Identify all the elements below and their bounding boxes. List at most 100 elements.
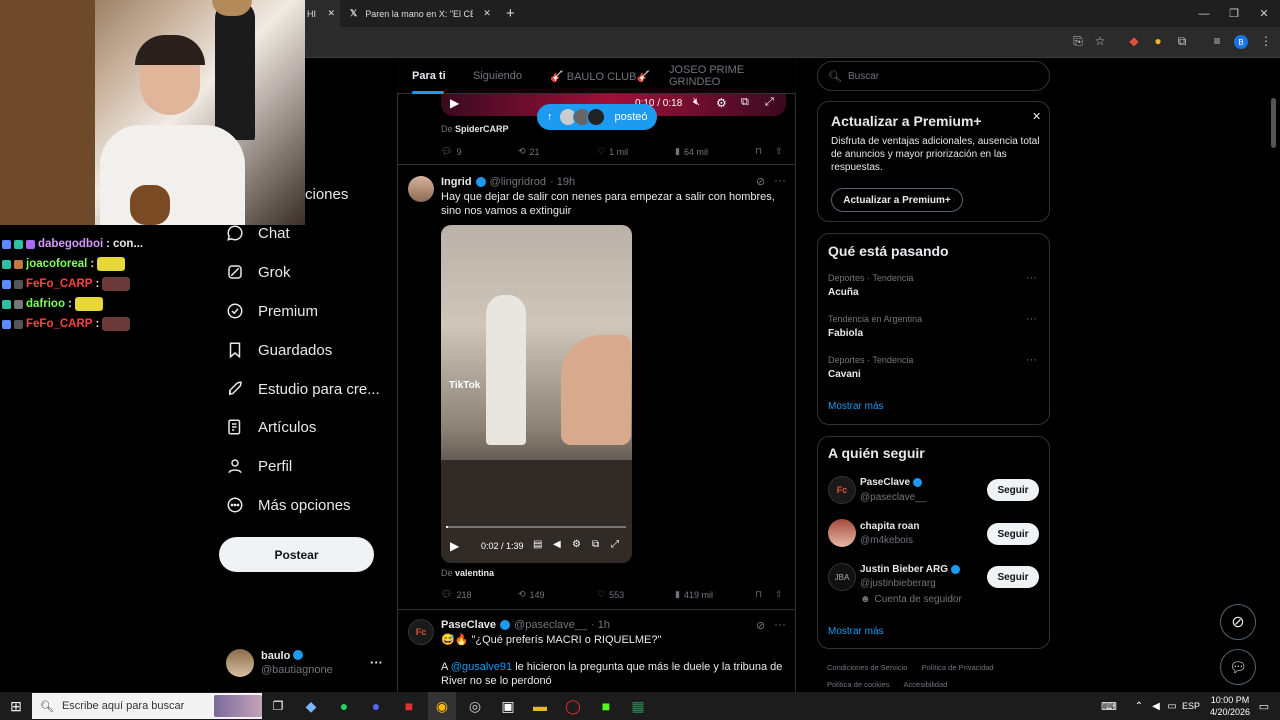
- repost-button[interactable]: ⟲ 149: [518, 589, 545, 600]
- tab-baulo-club[interactable]: 🎸 BAULO CLUB🎸: [550, 58, 650, 94]
- task-view-icon[interactable]: ❐: [264, 692, 292, 720]
- captions-icon[interactable]: ▤: [533, 539, 542, 550]
- follow-name[interactable]: PaseClave: [860, 477, 923, 488]
- trend-item[interactable]: Deportes · Tendencia Cavani ···: [818, 352, 1049, 392]
- clock-time[interactable]: 10:00 PM: [1206, 695, 1254, 705]
- like-button[interactable]: ♡ 1 mil: [597, 146, 628, 157]
- taskbar-search[interactable]: 🔍︎ Escribe aquí para buscar: [32, 693, 262, 719]
- footer-link[interactable]: Política de cookies: [827, 680, 890, 689]
- share-button[interactable]: ⇧: [775, 589, 783, 600]
- reading-list-icon[interactable]: ≡: [1207, 30, 1227, 52]
- settings-icon[interactable]: ⚙: [572, 539, 581, 550]
- trends-show-more[interactable]: Mostrar más: [828, 401, 884, 412]
- more-icon[interactable]: ···: [1026, 354, 1037, 366]
- more-icon[interactable]: ···: [774, 617, 786, 631]
- nav-item-estudio[interactable]: Estudio para cre...: [226, 377, 380, 401]
- pip-icon[interactable]: ⧉: [741, 96, 749, 109]
- nav-item-partial[interactable]: ciones: [305, 186, 348, 203]
- mention-link[interactable]: @gusalve91: [451, 661, 512, 673]
- opera-icon[interactable]: ◯: [559, 692, 587, 720]
- footer-link[interactable]: Accesibilidad: [904, 680, 948, 689]
- spotify-icon[interactable]: ●: [330, 692, 358, 720]
- app-icon[interactable]: ■: [395, 692, 423, 720]
- author-name[interactable]: PaseClave: [441, 619, 496, 631]
- like-button[interactable]: ♡ 553: [597, 589, 624, 600]
- more-icon[interactable]: ···: [774, 173, 786, 187]
- install-icon[interactable]: ⎘: [1068, 30, 1088, 52]
- more-icon[interactable]: ···: [1026, 272, 1037, 284]
- video-progress[interactable]: [446, 526, 626, 528]
- restore-button[interactable]: ❐: [1218, 0, 1250, 27]
- volume-icon[interactable]: ◀︎: [553, 539, 561, 550]
- play-icon[interactable]: ▶: [450, 539, 459, 553]
- windows-start-icon[interactable]: ⊞: [2, 692, 30, 720]
- chat-username[interactable]: dabegodboi: [38, 238, 103, 250]
- footer-link[interactable]: Condiciones de Servicio: [827, 663, 907, 672]
- share-button[interactable]: ⇧: [775, 146, 783, 157]
- reply-button[interactable]: 💬︎ 218: [441, 589, 471, 600]
- follow-show-more[interactable]: Mostrar más: [828, 626, 884, 637]
- fullscreen-icon[interactable]: ⤢: [611, 539, 619, 550]
- author-handle[interactable]: @paseclave__: [514, 619, 587, 631]
- avatar[interactable]: JBA: [828, 563, 856, 591]
- bookmark-button[interactable]: ⊓: [755, 589, 762, 600]
- source-name[interactable]: SpiderCARP: [455, 124, 509, 134]
- nav-item-articulos[interactable]: Artículos: [226, 415, 316, 439]
- menu-dots-icon[interactable]: ⋮: [1256, 30, 1276, 52]
- premium-upgrade-button[interactable]: Actualizar a Premium+: [831, 188, 963, 212]
- grok-fab-icon[interactable]: ⊘: [1220, 604, 1256, 640]
- bookmark-star-icon[interactable]: ☆: [1090, 30, 1110, 52]
- post-button[interactable]: Postear: [219, 537, 374, 572]
- tab-joseo-prime[interactable]: JOSEO PRIME GRINDEO: [669, 58, 796, 94]
- messages-fab-icon[interactable]: 💬︎: [1220, 649, 1256, 685]
- chat-username[interactable]: FeFo_CARP: [26, 278, 92, 290]
- follow-button[interactable]: Seguir: [987, 566, 1039, 588]
- nav-item-perfil[interactable]: Perfil: [226, 454, 292, 478]
- chat-username[interactable]: FeFo_CARP: [26, 318, 92, 330]
- copilot-icon[interactable]: ◆: [297, 692, 325, 720]
- language-indicator[interactable]: ESP: [1182, 701, 1200, 711]
- fullscreen-icon[interactable]: ⤢: [765, 96, 774, 109]
- avatar[interactable]: [828, 519, 856, 547]
- notifications-icon[interactable]: ▭: [1250, 692, 1278, 720]
- extensions-puzzle-icon[interactable]: ⧉: [1172, 30, 1192, 52]
- pip-icon[interactable]: ⧉: [592, 539, 599, 550]
- avatar[interactable]: Fc: [408, 619, 434, 645]
- avatar[interactable]: [408, 176, 434, 202]
- post-time[interactable]: · 19h: [550, 176, 575, 188]
- follow-name[interactable]: chapita roan: [860, 521, 919, 532]
- close-window-button[interactable]: ✕: [1248, 0, 1280, 27]
- grok-icon[interactable]: ⊘: [756, 619, 765, 632]
- minimize-button[interactable]: —: [1188, 0, 1220, 27]
- app-icon[interactable]: ▣: [494, 692, 522, 720]
- tab-para-ti[interactable]: Para ti: [412, 58, 446, 94]
- file-explorer-icon[interactable]: ▬: [526, 692, 554, 720]
- chat-username[interactable]: joacoforeal: [26, 258, 87, 270]
- close-icon[interactable]: ✕: [483, 8, 491, 19]
- follow-button[interactable]: Seguir: [987, 523, 1039, 545]
- clock-date[interactable]: 4/20/2026: [1206, 707, 1254, 717]
- source-name[interactable]: valentina: [455, 568, 494, 578]
- bookmark-button[interactable]: ⊓: [755, 146, 762, 157]
- profile-avatar-icon[interactable]: B: [1234, 35, 1248, 49]
- new-posts-pill[interactable]: ↑ posteó: [537, 104, 657, 130]
- browser-tab[interactable]: HI ✕: [305, 0, 340, 27]
- obs-icon[interactable]: ◎: [461, 692, 489, 720]
- tab-siguiendo[interactable]: Siguiendo: [473, 58, 522, 94]
- close-icon[interactable]: ✕: [327, 8, 335, 19]
- repost-button[interactable]: ⟲ 21: [518, 146, 540, 157]
- trend-item[interactable]: Deportes · Tendencia Acuña ···: [818, 270, 1049, 310]
- keyboard-icon[interactable]: ⌨: [1095, 692, 1123, 720]
- footer-link[interactable]: Política de Privacidad: [921, 663, 993, 672]
- account-more-icon[interactable]: ···: [370, 655, 383, 670]
- video-player[interactable]: TikTok ▶ 0:02 / 1:39 ▤ ◀︎ ⚙ ⧉ ⤢: [441, 225, 632, 563]
- grok-icon[interactable]: ⊘: [756, 175, 765, 188]
- play-icon[interactable]: ▶: [450, 96, 459, 110]
- calculator-icon[interactable]: ▦: [624, 692, 652, 720]
- extension-icon[interactable]: ◆: [1124, 30, 1144, 52]
- search-box[interactable]: 🔍︎ Buscar: [817, 61, 1050, 91]
- chat-username[interactable]: dafrioo: [26, 298, 65, 310]
- extension-icon[interactable]: ●: [1148, 30, 1168, 52]
- reply-button[interactable]: 💬︎ 9: [441, 146, 461, 157]
- author-name[interactable]: Ingrid: [441, 176, 472, 188]
